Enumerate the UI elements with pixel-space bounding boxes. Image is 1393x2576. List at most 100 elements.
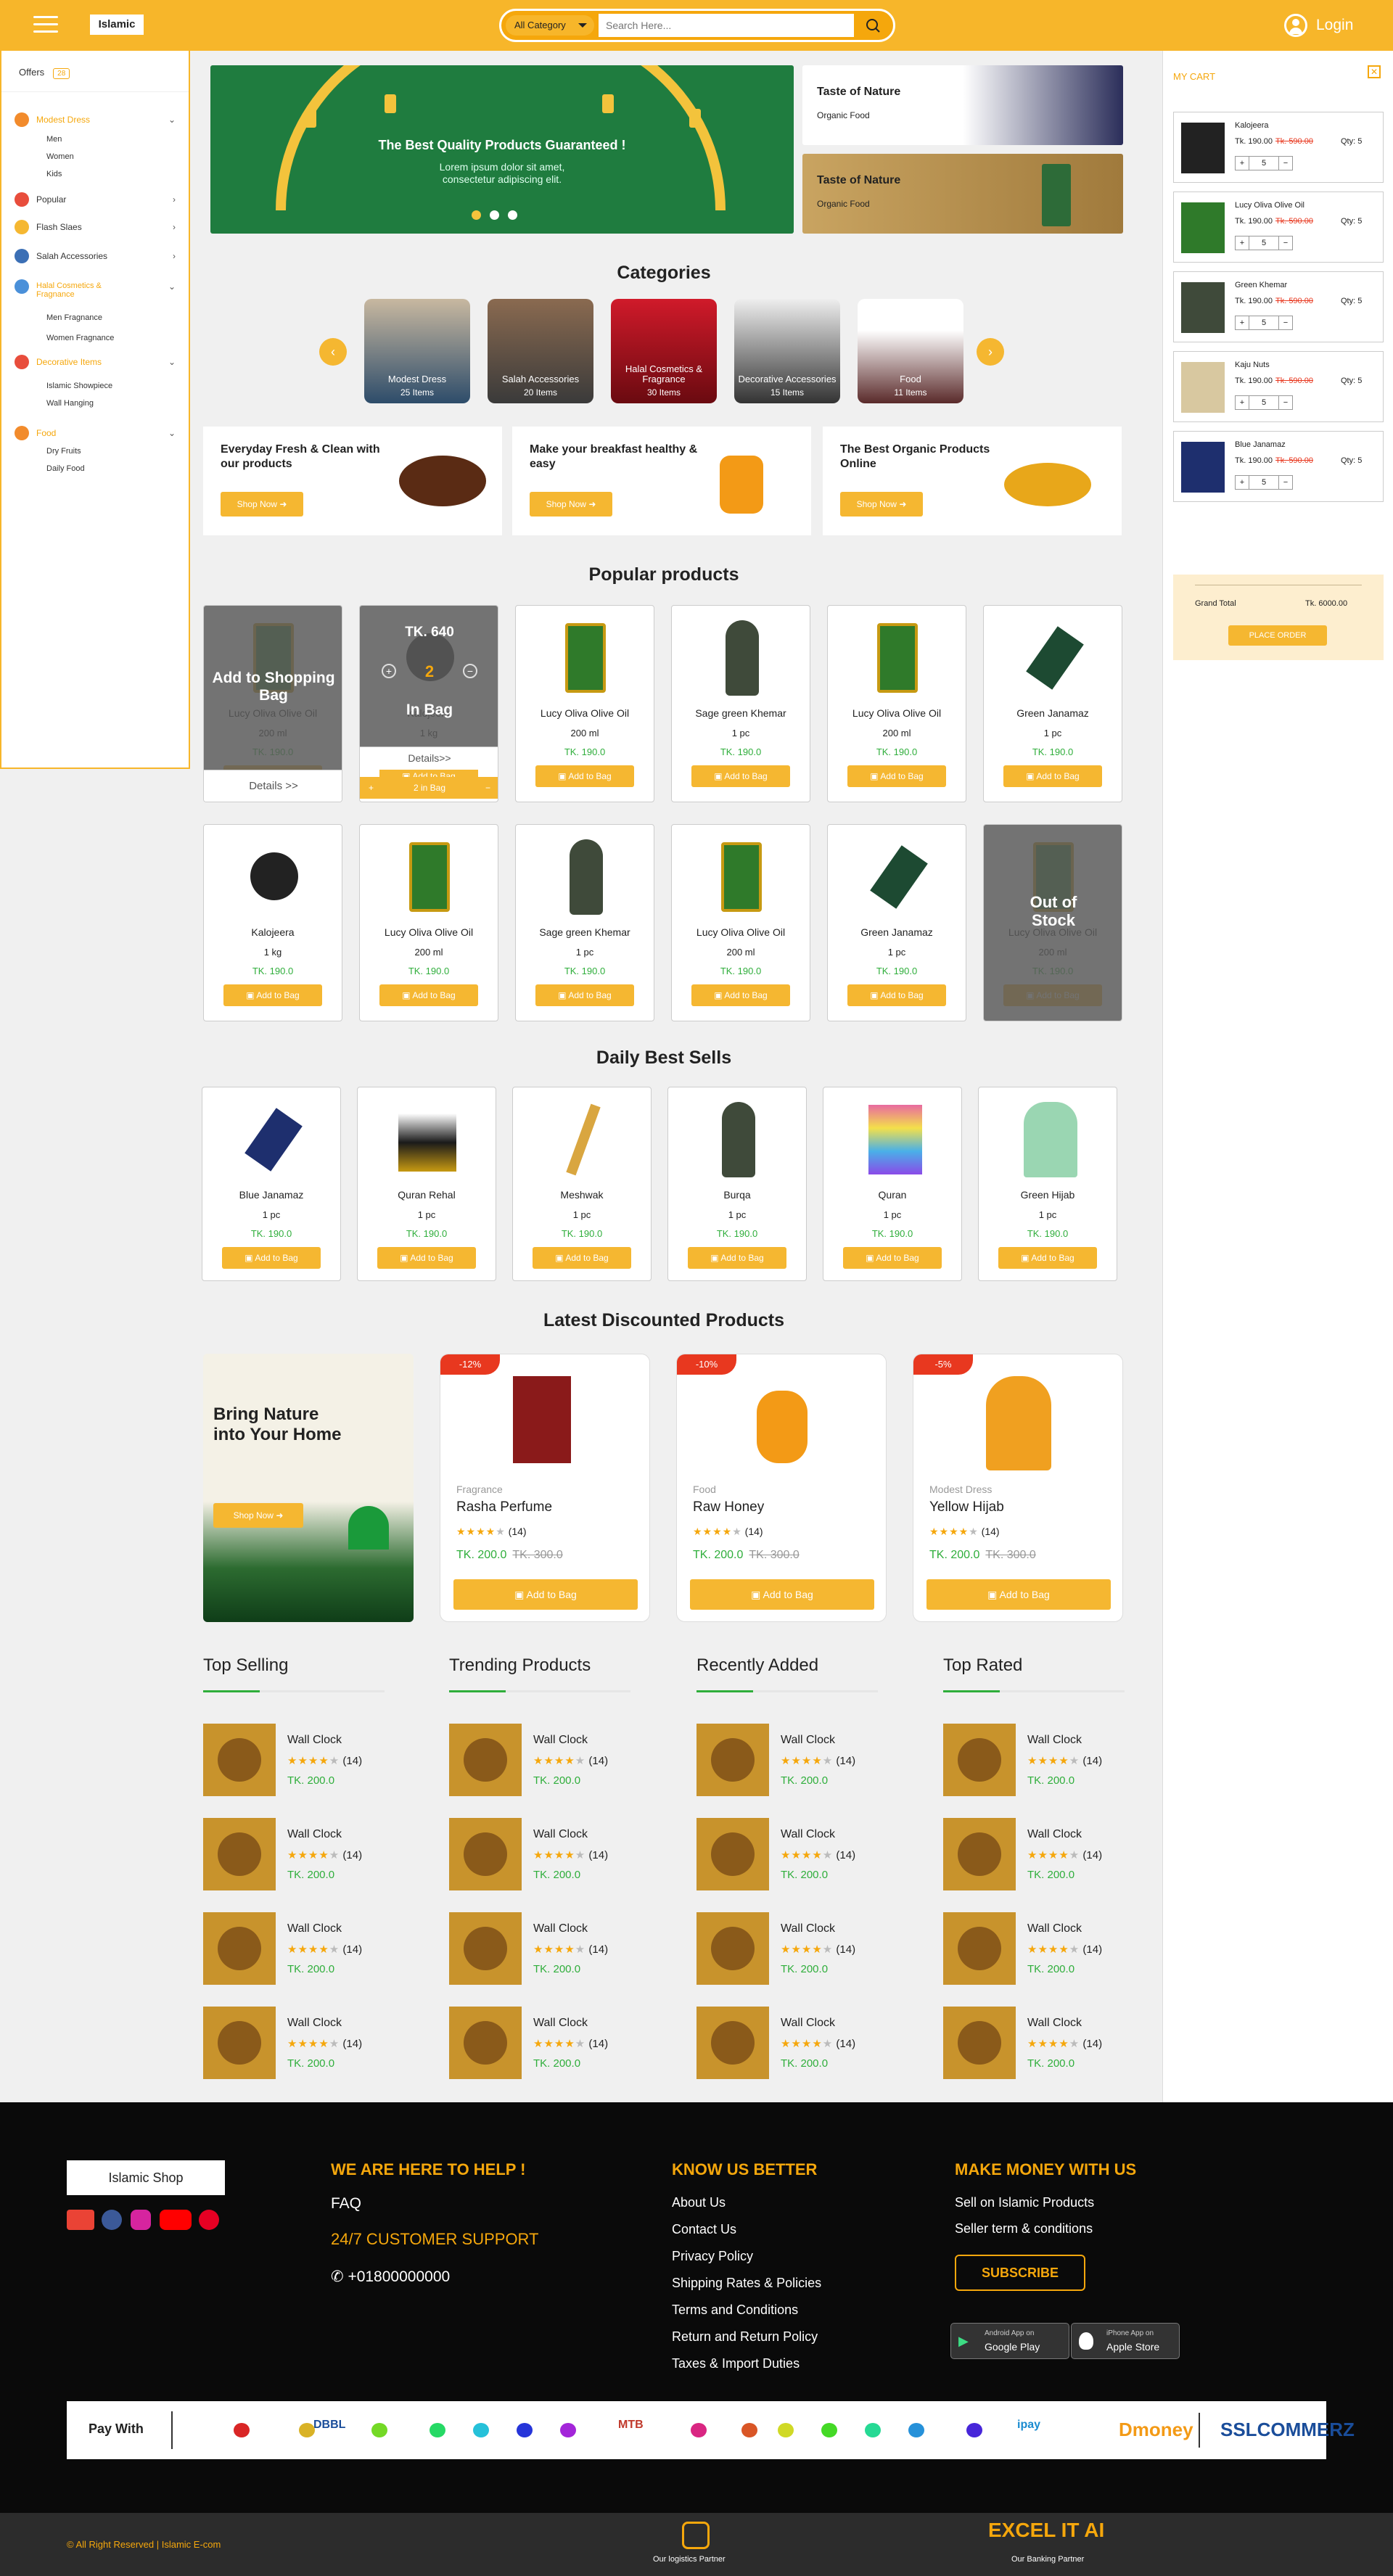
sidebar-item-flash-sales[interactable]: Flash Slaes › (15, 220, 181, 234)
footer-link[interactable]: Contact Us (672, 2222, 736, 2237)
product-card[interactable]: Blue Janamaz 1 pc TK. 190.0 ▣ Add to Bag (202, 1087, 341, 1281)
add-to-bag-button[interactable]: ▣ Add to Bag (379, 984, 478, 1006)
sidebar-sub-wall-hanging[interactable]: Wall Hanging (46, 399, 94, 408)
google-play-button[interactable]: ▶ Android App on Google Play (950, 2323, 1069, 2359)
product-card[interactable]: Lucy Oliva Olive Oil200 mlTK. 190.0▣ Add… (203, 605, 342, 802)
plus-icon[interactable]: + (1235, 236, 1249, 250)
minus-icon[interactable]: − (1278, 156, 1293, 170)
details-link[interactable]: Details >> (204, 770, 342, 802)
add-to-bag-button[interactable]: ▣ Add to Bag (847, 765, 946, 787)
list-item[interactable]: Wall Clock ★★★★★ (14) TK. 200.0 (203, 1818, 392, 1890)
category-card[interactable]: Halal Cosmetics & Fragrance 30 Items (611, 299, 717, 403)
list-item[interactable]: Wall Clock ★★★★★ (14) TK. 200.0 (449, 1724, 638, 1796)
product-card[interactable]: Quran 1 pc TK. 190.0 ▣ Add to Bag (823, 1087, 962, 1281)
product-card[interactable]: Kalojeera 1 kg TK. 190.0 ▣ Add to Bag (203, 824, 342, 1021)
offers-link[interactable]: Offers 28 (19, 67, 70, 79)
list-item[interactable]: Wall Clock ★★★★★ (14) TK. 200.0 (696, 1818, 885, 1890)
add-to-bag-button[interactable]: ▣ Add to Bag (222, 1247, 321, 1269)
shop-now-button[interactable]: Shop Now ➜ (840, 492, 923, 517)
prev-arrow-icon[interactable]: ‹ (319, 338, 347, 366)
carousel-dot[interactable] (508, 210, 517, 220)
search-input[interactable] (599, 14, 854, 37)
hero-banner[interactable]: The Best Quality Products Guaranteed ! L… (210, 65, 794, 234)
product-card[interactable]: Lucy Oliva Olive Oil200 mlTK. 190.0▣ Add… (671, 824, 810, 1021)
app-store-button[interactable]: iPhone App on Apple Store (1071, 2323, 1180, 2359)
plus-icon[interactable]: + (1235, 156, 1249, 170)
minus-icon[interactable]: − (485, 777, 490, 799)
instagram-icon[interactable] (131, 2210, 151, 2230)
sidebar-item-popular[interactable]: Popular › (15, 192, 181, 207)
footer-link[interactable]: Return and Return Policy (672, 2329, 818, 2345)
nature-banner[interactable]: Bring Nature into Your Home Shop Now ➜ (203, 1354, 414, 1622)
seller-terms-link[interactable]: Seller term & conditions (955, 2221, 1093, 2236)
list-item[interactable]: Wall Clock ★★★★★ (14) TK. 200.0 (696, 1724, 885, 1796)
sidebar-sub-daily-food[interactable]: Daily Food (46, 464, 85, 473)
sidebar-sub-women[interactable]: Women (46, 152, 74, 161)
footer-link[interactable]: About Us (672, 2195, 726, 2210)
login-button[interactable]: Login (1284, 12, 1353, 38)
close-icon[interactable]: ✕ (1368, 65, 1381, 78)
side-banner-1[interactable]: Taste of Nature Organic Food (802, 65, 1123, 145)
list-item[interactable]: Wall Clock ★★★★★ (14) TK. 200.0 (696, 2007, 885, 2079)
product-card[interactable]: Quran Rehal 1 pc TK. 190.0 ▣ Add to Bag (357, 1087, 496, 1281)
carousel-dot[interactable] (472, 210, 481, 220)
sidebar-item-cosmetics[interactable]: Halal Cosmetics & Fragnance ⌄ (15, 279, 181, 299)
plus-icon[interactable]: + (1235, 316, 1249, 330)
sidebar-item-modest-dress[interactable]: Modest Dress ⌄ (15, 112, 181, 127)
minus-icon[interactable]: − (1278, 316, 1293, 330)
sidebar-item-food[interactable]: Food ⌄ (15, 426, 181, 440)
product-card[interactable]: Lucy Oliva Olive Oil200 mlTK. 190.0▣ Add… (515, 605, 654, 802)
quantity-value[interactable]: 5 (1249, 395, 1278, 410)
add-to-bag-button[interactable]: ▣ Add to Bag (453, 1579, 638, 1610)
sidebar-sub-men[interactable]: Men (46, 135, 62, 144)
list-item[interactable]: Wall Clock ★★★★★ (14) TK. 200.0 (449, 1912, 638, 1985)
list-item[interactable]: Wall Clock ★★★★★ (14) TK. 200.0 (943, 1912, 1132, 1985)
carousel-dot[interactable] (490, 210, 499, 220)
sidebar-item-salah[interactable]: Salah Accessories › (15, 249, 181, 263)
subscribe-button[interactable]: SUBSCRIBE (955, 2255, 1085, 2291)
discount-card[interactable]: -12% Fragrance Rasha Perfume ★★★★★ (14) TK. … (440, 1354, 650, 1622)
quantity-value[interactable]: 5 (1249, 475, 1278, 490)
youtube-icon[interactable] (160, 2210, 192, 2230)
add-to-bag-button[interactable]: ▣ Add to Bag (1003, 765, 1102, 787)
details-link[interactable]: Details>> (360, 746, 498, 770)
footer-link[interactable]: Terms and Conditions (672, 2303, 798, 2318)
minus-icon[interactable]: − (1278, 236, 1293, 250)
category-card[interactable]: Salah Accessories 20 Items (488, 299, 593, 403)
side-banner-2[interactable]: Taste of Nature Organic Food (802, 154, 1123, 234)
phone-link[interactable]: ✆ +01800000000 (331, 2268, 450, 2286)
list-item[interactable]: Wall Clock ★★★★★ (14) TK. 200.0 (696, 1912, 885, 1985)
add-to-bag-button[interactable]: ▣ Add to Bag (377, 1247, 476, 1269)
place-order-button[interactable]: PLACE ORDER (1228, 625, 1327, 646)
plus-icon[interactable]: + (1235, 475, 1249, 490)
carousel-dots[interactable] (472, 210, 526, 223)
list-item[interactable]: Wall Clock ★★★★★ (14) TK. 200.0 (203, 1724, 392, 1796)
sidebar-item-decorative[interactable]: Decorative Items ⌄ (15, 355, 181, 369)
add-to-shopping-bag-overlay[interactable]: Add to Shopping Bag (204, 606, 342, 770)
facebook-icon[interactable] (102, 2210, 122, 2230)
product-card[interactable]: Meshwak 1 pc TK. 190.0 ▣ Add to Bag (512, 1087, 652, 1281)
sidebar-sub-showpiece[interactable]: Islamic Showpiece (46, 382, 112, 390)
product-card[interactable]: Green Hijab 1 pc TK. 190.0 ▣ Add to Bag (978, 1087, 1117, 1281)
shop-now-button[interactable]: Shop Now ➜ (213, 1503, 303, 1528)
add-to-bag-button[interactable]: ▣ Add to Bag (223, 984, 322, 1006)
next-arrow-icon[interactable]: › (977, 338, 1004, 366)
product-card[interactable]: Sage green Khemar 1 pc TK. 190.0 ▣ Add to B… (671, 605, 810, 802)
minus-icon[interactable]: − (1278, 395, 1293, 410)
category-select[interactable]: All Category (506, 15, 594, 36)
faq-link[interactable]: FAQ (331, 2195, 361, 2213)
gmail-icon[interactable] (67, 2210, 94, 2230)
shop-now-button[interactable]: Shop Now ➜ (221, 492, 303, 517)
add-to-bag-button[interactable]: ▣ Add to Bag (843, 1247, 942, 1269)
category-card[interactable]: Food 11 Items (858, 299, 963, 403)
footer-link[interactable]: Privacy Policy (672, 2249, 753, 2264)
plus-icon[interactable]: + (1235, 395, 1249, 410)
discount-card[interactable]: -5% Modest Dress Yellow Hijab ★★★★★ (14) TK.… (913, 1354, 1123, 1622)
list-item[interactable]: Wall Clock ★★★★★ (14) TK. 200.0 (943, 1818, 1132, 1890)
category-card[interactable]: Decorative Accessories 15 Items (734, 299, 840, 403)
category-card[interactable]: Modest Dress 25 Items (364, 299, 470, 403)
list-item[interactable]: Wall Clock ★★★★★ (14) TK. 200.0 (203, 1912, 392, 1985)
sidebar-sub-women-fragnance[interactable]: Women Fragnance (46, 334, 114, 342)
quantity-value[interactable]: 5 (1249, 236, 1278, 250)
add-to-bag-button[interactable]: ▣ Add to Bag (535, 765, 634, 787)
